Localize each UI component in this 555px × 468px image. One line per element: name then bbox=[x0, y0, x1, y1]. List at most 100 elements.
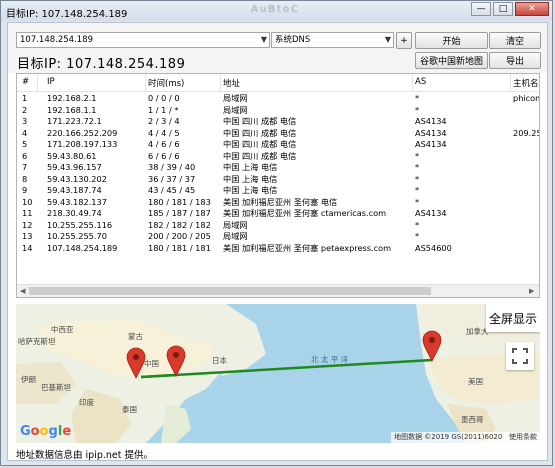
clear-button[interactable]: 清空 bbox=[489, 32, 541, 49]
column-header-address[interactable]: 地址 bbox=[223, 77, 240, 89]
add-dns-button[interactable]: + bbox=[396, 32, 412, 49]
hop-as: * bbox=[415, 185, 420, 195]
maximize-button[interactable]: □ bbox=[493, 2, 513, 16]
table-row[interactable]: 7 59.43.96.157 38 / 39 / 40 中国 上海 电信 * bbox=[17, 162, 539, 174]
dns-select[interactable]: 系统DNS ▼ bbox=[271, 32, 394, 48]
hop-address: 中国 四川 成都 电信 bbox=[223, 127, 297, 138]
route-map[interactable]: 中西亚 蒙古 哈萨克斯坦 日本 中国 伊朗 巴基斯坦 印度 泰国 北 太 平 洋… bbox=[16, 304, 540, 443]
hop-time: 4 / 4 / 5 bbox=[148, 127, 180, 138]
hop-time: 4 / 6 / 6 bbox=[148, 139, 180, 149]
hop-as: * bbox=[415, 173, 420, 184]
hop-address: 中国 上海 电信 bbox=[223, 162, 278, 172]
hop-ip: 220.166.252.209 bbox=[47, 127, 118, 138]
hop-ip: 59.43.182.137 bbox=[47, 196, 107, 207]
hop-as: AS4134 bbox=[415, 116, 447, 126]
hop-address: 中国 上海 电信 bbox=[223, 173, 278, 184]
dns-select-value: 系统DNS bbox=[275, 35, 311, 45]
scroll-right-icon[interactable]: ▶ bbox=[529, 285, 534, 297]
table-row[interactable]: 5 171.208.197.133 4 / 6 / 6 中国 四川 成都 电信 AS41… bbox=[17, 139, 539, 151]
hop-index: 1 bbox=[22, 93, 28, 103]
target-combobox[interactable]: 107.148.254.189 ▼ bbox=[16, 32, 270, 48]
table-row[interactable]: 4 220.166.252.209 4 / 4 / 5 中国 四川 成都 电信 AS41… bbox=[17, 127, 539, 140]
hop-index: 10 bbox=[22, 196, 33, 207]
table-row[interactable]: 10 59.43.182.137 180 / 181 / 183 美国 加利福尼亚州 … bbox=[17, 196, 539, 209]
map-label-kazakhstan: 哈萨克斯坦 bbox=[18, 337, 56, 346]
hop-time: 0 / 0 / 0 bbox=[148, 93, 180, 103]
close-button[interactable]: ✕ bbox=[515, 2, 549, 16]
table-row[interactable]: 9 59.43.187.74 43 / 45 / 45 中国 上海 电信 * bbox=[17, 185, 539, 197]
title-bar[interactable]: 目标IP: 107.148.254.189 AuBtoC — □ ✕ bbox=[1, 1, 552, 21]
terms-of-use-link[interactable]: 使用条款 bbox=[509, 433, 537, 441]
hop-as: AS54600 bbox=[415, 242, 452, 253]
hop-time: 2 / 3 / 4 bbox=[148, 116, 180, 126]
table-row[interactable]: 8 59.43.130.202 36 / 37 / 37 中国 上海 电信 * bbox=[17, 173, 539, 186]
table-row[interactable]: 2 192.168.1.1 1 / 1 / * 局域网 * bbox=[17, 104, 539, 117]
start-button[interactable]: 开始 bbox=[415, 32, 488, 49]
hop-time: 180 / 181 / 183 bbox=[148, 196, 211, 207]
chevron-down-icon[interactable]: ▼ bbox=[261, 33, 267, 47]
table-row[interactable]: 14 107.148.254.189 180 / 181 / 181 美国 加利福尼亚… bbox=[17, 242, 539, 255]
table-row[interactable]: 11 218.30.49.74 185 / 187 / 187 美国 加利福尼亚州 圣… bbox=[17, 208, 539, 220]
hop-time: 1 / 1 / * bbox=[148, 104, 179, 115]
scroll-left-icon[interactable]: ◀ bbox=[20, 285, 25, 297]
export-button[interactable]: 导出 bbox=[489, 52, 541, 69]
hop-index: 6 bbox=[22, 150, 28, 161]
hop-ip: 10.255.255.70 bbox=[47, 231, 107, 241]
map-label-thailand: 泰国 bbox=[122, 405, 137, 414]
hop-address: 美国 加利福尼亚州 圣何塞 电信 bbox=[223, 196, 338, 207]
column-header-time[interactable]: 时间(ms) bbox=[148, 77, 184, 89]
column-header-as[interactable]: AS bbox=[415, 77, 426, 87]
table-row[interactable]: 13 10.255.255.70 200 / 200 / 205 局域网 * bbox=[17, 231, 539, 243]
column-header-ip[interactable]: IP bbox=[47, 77, 55, 87]
map-label-iran: 伊朗 bbox=[21, 375, 36, 384]
map-label-china: 中国 bbox=[144, 359, 159, 368]
column-header-index[interactable]: # bbox=[22, 77, 29, 87]
hop-as: AS4134 bbox=[415, 208, 447, 218]
map-fullscreen-button[interactable] bbox=[506, 342, 534, 370]
hop-index: 4 bbox=[22, 127, 28, 138]
hop-address: 中国 上海 电信 bbox=[223, 185, 278, 195]
minimize-button[interactable]: — bbox=[471, 2, 491, 16]
hop-ip: 192.168.1.1 bbox=[47, 104, 97, 115]
hop-address: 中国 四川 成都 电信 bbox=[223, 116, 297, 126]
table-row[interactable]: 6 59.43.80.61 6 / 6 / 6 中国 四川 成都 电信 * bbox=[17, 150, 539, 163]
hop-ip: 10.255.255.116 bbox=[47, 219, 113, 230]
scrollbar-thumb[interactable] bbox=[29, 287, 431, 295]
hop-as: * bbox=[415, 219, 420, 230]
hop-ip: 218.30.49.74 bbox=[47, 208, 102, 218]
table-row[interactable]: 12 10.255.255.116 182 / 182 / 182 局域网 * bbox=[17, 219, 539, 232]
map-label-japan: 日本 bbox=[212, 356, 227, 365]
google-china-map-button[interactable]: 谷歌中国新地图 bbox=[415, 52, 488, 69]
table-row[interactable]: 1 192.168.2.1 0 / 0 / 0 局域网 * phicomm bbox=[17, 93, 539, 105]
hop-as: * bbox=[415, 104, 420, 115]
map-label-mongolia: 蒙古 bbox=[128, 332, 143, 341]
target-ip-label: 目标IP: 107.148.254.189 bbox=[17, 57, 186, 72]
hop-address: 局域网 bbox=[223, 219, 248, 230]
hop-time: 43 / 45 / 45 bbox=[148, 185, 196, 195]
hop-time: 180 / 181 / 181 bbox=[148, 242, 211, 253]
hop-index: 2 bbox=[22, 104, 28, 115]
hop-hostname: phicomm bbox=[513, 93, 539, 103]
hop-address: 美国 加利福尼亚州 圣何塞 petaexpress.com bbox=[223, 242, 392, 253]
hop-as: AS4134 bbox=[415, 127, 447, 138]
hop-address: 局域网 bbox=[223, 104, 248, 115]
hop-as: * bbox=[415, 162, 420, 172]
fullscreen-display-button[interactable]: 全屏显示 bbox=[486, 304, 540, 332]
route-table[interactable]: # IP 时间(ms) 地址 AS 主机名 1 192.168.2.1 0 / 0 … bbox=[16, 73, 540, 298]
chevron-down-icon[interactable]: ▼ bbox=[385, 33, 391, 47]
hop-time: 38 / 39 / 40 bbox=[148, 162, 196, 172]
hop-ip: 171.208.197.133 bbox=[47, 139, 118, 149]
hop-hostname: 209.252. bbox=[513, 127, 539, 138]
hop-index: 8 bbox=[22, 173, 28, 184]
google-logo[interactable]: Google bbox=[20, 424, 71, 439]
hop-index: 11 bbox=[22, 208, 33, 218]
map-attribution: 地图数据 ©2019 GS(2011)6020 使用条款 bbox=[391, 432, 540, 443]
hop-ip: 59.43.130.202 bbox=[47, 173, 107, 184]
hop-index: 3 bbox=[22, 116, 28, 126]
main-window: 目标IP: 107.148.254.189 AuBtoC — □ ✕ 107.1… bbox=[0, 0, 553, 466]
hop-index: 13 bbox=[22, 231, 33, 241]
horizontal-scrollbar[interactable]: ◀ ▶ bbox=[17, 284, 539, 297]
hop-index: 9 bbox=[22, 185, 28, 195]
table-row[interactable]: 3 171.223.72.1 2 / 3 / 4 中国 四川 成都 电信 AS4134 bbox=[17, 116, 539, 128]
column-header-hostname[interactable]: 主机名 bbox=[513, 77, 539, 89]
